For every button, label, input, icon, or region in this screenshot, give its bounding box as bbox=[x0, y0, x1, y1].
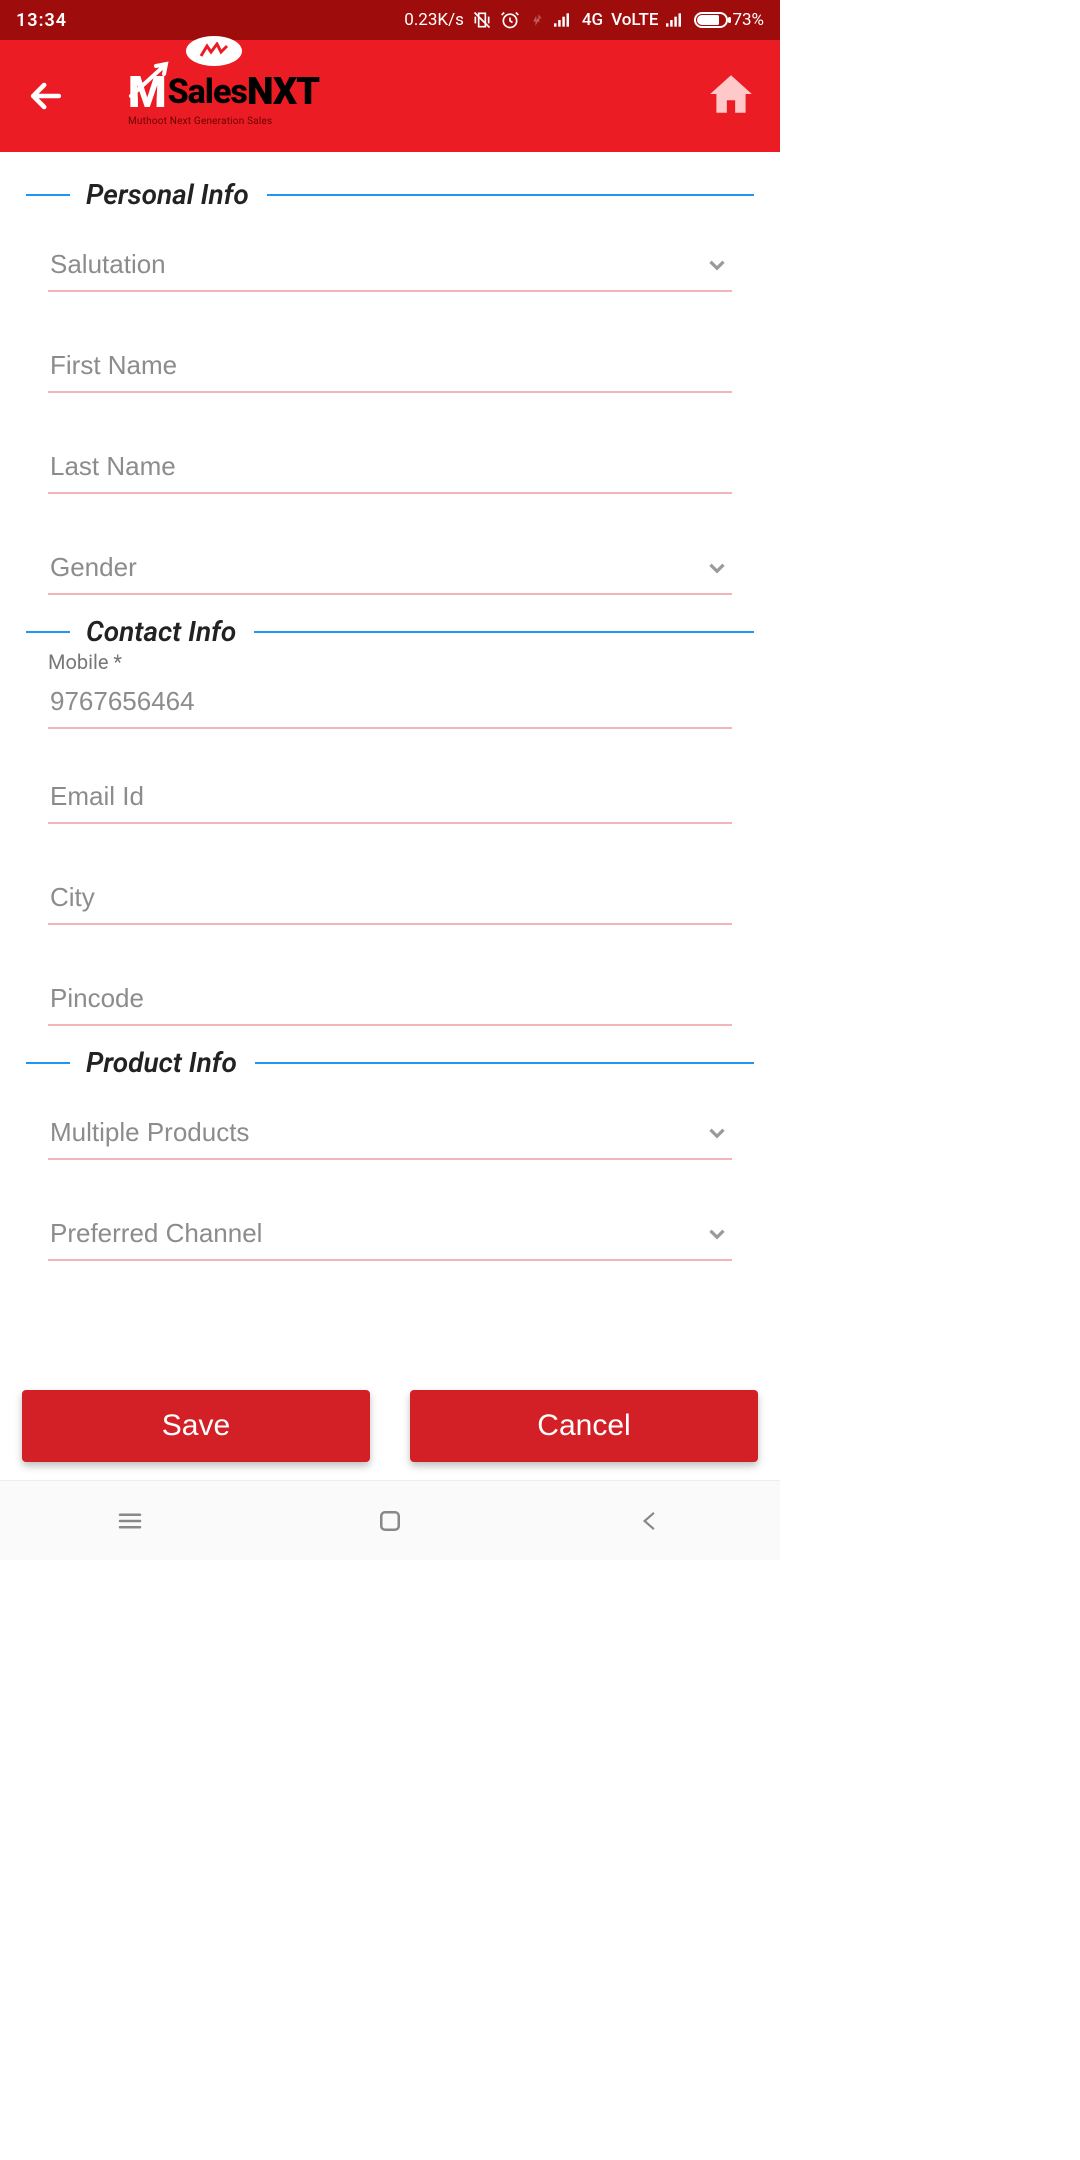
form-scroll-area[interactable]: Personal Info Contact Info Mobile * bbox=[0, 152, 780, 1378]
status-time: 13:34 bbox=[16, 10, 67, 31]
vibrate-off-icon bbox=[472, 10, 492, 30]
system-nav-bar bbox=[0, 1480, 780, 1560]
logo-m-icon: M bbox=[128, 66, 166, 118]
gender-field[interactable] bbox=[48, 544, 732, 595]
salutation-field[interactable] bbox=[48, 241, 732, 292]
status-battery-pct: 73% bbox=[732, 10, 764, 30]
signal-icon-1 bbox=[554, 11, 574, 29]
save-button[interactable]: Save bbox=[22, 1390, 370, 1462]
preferred-channel-select[interactable] bbox=[48, 1210, 732, 1261]
alarm-icon bbox=[500, 10, 520, 30]
section-title-product: Product Info bbox=[86, 1046, 237, 1079]
pincode-field[interactable] bbox=[48, 975, 732, 1026]
section-title-contact: Contact Info bbox=[86, 615, 236, 648]
nav-back-button[interactable] bbox=[610, 1497, 690, 1545]
nav-home-button[interactable] bbox=[350, 1497, 430, 1545]
mobile-input[interactable] bbox=[48, 678, 732, 729]
status-netspeed: 0.23K/s bbox=[404, 10, 464, 30]
multiple-products-field[interactable] bbox=[48, 1109, 732, 1160]
status-bar: 13:34 0.23K/s 4G VoLTE 73% bbox=[0, 0, 780, 40]
cancel-button[interactable]: Cancel bbox=[410, 1390, 758, 1462]
salutation-select[interactable] bbox=[48, 241, 732, 292]
logo-badge-icon bbox=[186, 36, 242, 66]
section-header-contact: Contact Info bbox=[26, 615, 754, 648]
footer-actions: Save Cancel bbox=[0, 1378, 780, 1480]
signal-icon-2 bbox=[666, 11, 686, 29]
city-input[interactable] bbox=[48, 874, 732, 925]
pincode-input[interactable] bbox=[48, 975, 732, 1026]
preferred-channel-field[interactable] bbox=[48, 1210, 732, 1261]
logo-text-nxt: NXT bbox=[247, 70, 319, 114]
email-input[interactable] bbox=[48, 773, 732, 824]
first-name-input[interactable] bbox=[48, 342, 732, 393]
app-logo: M SalesNXT Muthoot Next Generation Sales bbox=[128, 66, 319, 127]
gender-select[interactable] bbox=[48, 544, 732, 595]
last-name-field[interactable] bbox=[48, 443, 732, 494]
status-network-label: 4G bbox=[582, 10, 603, 30]
section-header-product: Product Info bbox=[26, 1046, 754, 1079]
data-transfer-icon bbox=[528, 11, 546, 29]
first-name-field[interactable] bbox=[48, 342, 732, 393]
logo-text-sales: Sales bbox=[168, 72, 247, 112]
nav-recent-button[interactable] bbox=[90, 1497, 170, 1545]
mobile-field[interactable]: Mobile * bbox=[48, 650, 732, 729]
city-field[interactable] bbox=[48, 874, 732, 925]
section-header-personal: Personal Info bbox=[26, 178, 754, 211]
mobile-label: Mobile * bbox=[48, 650, 732, 674]
last-name-input[interactable] bbox=[48, 443, 732, 494]
app-header: M SalesNXT Muthoot Next Generation Sales bbox=[0, 40, 780, 152]
email-field[interactable] bbox=[48, 773, 732, 824]
status-volte-label: VoLTE bbox=[611, 10, 658, 30]
multiple-products-select[interactable] bbox=[48, 1109, 732, 1160]
section-title-personal: Personal Info bbox=[86, 178, 249, 211]
back-button[interactable] bbox=[24, 74, 68, 118]
home-button[interactable] bbox=[706, 69, 756, 123]
battery-indicator: 73% bbox=[694, 10, 764, 30]
